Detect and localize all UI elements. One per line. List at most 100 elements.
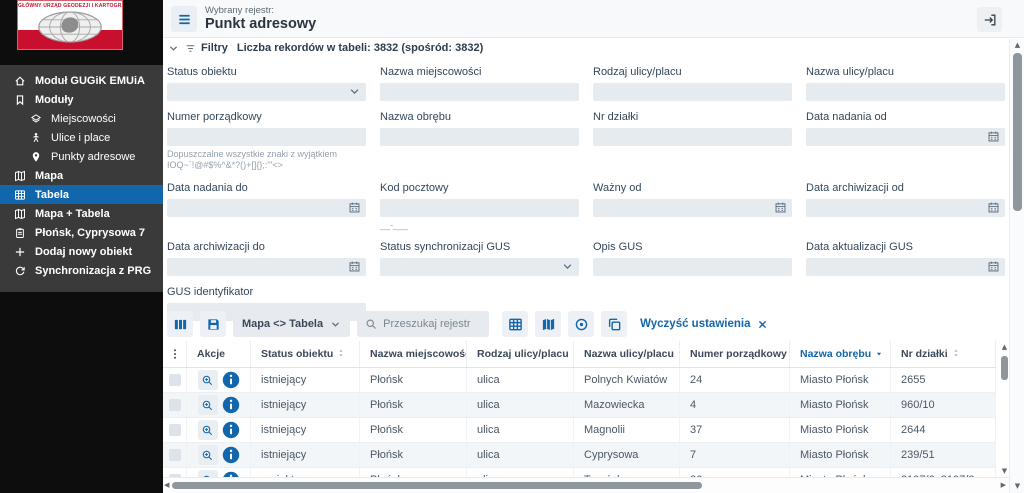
filter-input-numer-porządkowy[interactable] xyxy=(167,128,366,146)
table-cell xyxy=(163,368,187,392)
filter-field: Data archiwizacji do xyxy=(167,241,366,276)
sidebar-item-tabela[interactable]: Tabela xyxy=(0,185,163,204)
zoom-to-feature-button[interactable] xyxy=(197,420,218,440)
table-cell: Miasto Płońsk xyxy=(790,418,891,442)
locate-button[interactable] xyxy=(568,311,595,337)
filter-field-helper: Dopuszczalne wszystkie znaki z wyjątkiem… xyxy=(167,149,338,171)
column-header-label: Numer porządkowy xyxy=(690,348,787,360)
table-horizontal-scrollbar[interactable]: ◀ ▶ xyxy=(163,477,1009,493)
filter-input-ważny-od[interactable] xyxy=(593,198,792,217)
pin-icon xyxy=(29,150,43,164)
bookmark-icon xyxy=(13,93,27,107)
filter-field: Nr działki xyxy=(593,111,792,146)
row-checkbox[interactable] xyxy=(168,424,181,436)
table-row[interactable]: istniejący Płońsk ulica Magnolii 37 Miasto Pł… xyxy=(163,418,996,443)
filter-input-rodzaj-ulicy-placu[interactable] xyxy=(593,83,792,101)
table-cell: 7 xyxy=(680,443,790,467)
map-view-button[interactable] xyxy=(535,311,562,337)
filter-field-label: Nazwa miejscowości xyxy=(380,66,482,78)
filter-icon[interactable] xyxy=(184,42,196,54)
info-button[interactable] xyxy=(222,371,240,389)
column-header[interactable]: Nazwa miejscowości xyxy=(360,341,467,367)
table-row[interactable]: istniejący Płońsk ulica Cyprysowa 7 Miasto Pł… xyxy=(163,443,996,468)
scroll-left-icon[interactable]: ◀ xyxy=(164,482,169,489)
map-icon xyxy=(13,207,27,221)
filter-input-data-nadania-od[interactable] xyxy=(806,128,1005,146)
page-title: Punkt adresowy xyxy=(205,16,317,32)
exit-button[interactable] xyxy=(977,7,1002,32)
hamburger-menu-button[interactable] xyxy=(171,6,197,32)
info-button[interactable] xyxy=(222,396,240,414)
table-cell xyxy=(163,393,187,417)
filter-input-data-archiwizacji-od[interactable] xyxy=(806,198,1005,217)
table-row[interactable]: projektowanyPłońskulicaToruńska26Miasto … xyxy=(163,468,996,477)
page-vertical-scrollbar[interactable]: ▲ ▼ xyxy=(1009,39,1024,493)
sidebar-item-synchronizacja-z-prg[interactable]: Synchronizacja z PRG xyxy=(0,261,163,280)
table-scroll-thumb[interactable] xyxy=(1001,356,1008,380)
row-checkbox[interactable] xyxy=(168,449,181,461)
table-toolbar: Mapa <> Tabela Wyczyść ustawienia xyxy=(167,310,774,338)
zoom-to-feature-button[interactable] xyxy=(197,370,218,390)
zoom-to-feature-button[interactable] xyxy=(197,395,218,415)
filter-input-nazwa-obrębu[interactable] xyxy=(380,128,579,146)
chevron-down-icon xyxy=(332,321,340,327)
filter-input-status-obiektu[interactable] xyxy=(167,83,366,101)
sidebar-item-mapa[interactable]: Mapa xyxy=(0,166,163,185)
horizontal-scroll-thumb[interactable] xyxy=(172,482,702,489)
view-mode-select[interactable]: Mapa <> Tabela xyxy=(233,311,351,337)
column-menu-button[interactable] xyxy=(163,341,187,367)
column-header-label: Nazwa ulicy/placu xyxy=(584,348,674,360)
sidebar-item-miejscowosci[interactable]: Miejscowości xyxy=(0,109,163,128)
column-header[interactable]: Status obiektu xyxy=(251,341,360,367)
collapse-chevron-icon[interactable] xyxy=(167,42,179,54)
sort-icon xyxy=(336,348,346,361)
row-checkbox[interactable] xyxy=(168,399,181,411)
sidebar-item-mapa-tabela[interactable]: Mapa + Tabela xyxy=(0,204,163,223)
sidebar-item-plonsk-cyprysowa-7[interactable]: Płońsk, Cyprysowa 7 xyxy=(0,223,163,242)
filter-input-data-archiwizacji-do[interactable] xyxy=(167,257,366,276)
column-header[interactable]: Nazwa obrębu xyxy=(790,341,891,367)
page-scroll-thumb[interactable] xyxy=(1013,53,1022,211)
table-row[interactable]: istniejący Płońsk ulica Polnych Kwiatów 24 Mi… xyxy=(163,368,996,393)
table-cell xyxy=(187,443,251,467)
filter-input-opis-gus[interactable] xyxy=(593,257,792,276)
filter-field-label: Nr działki xyxy=(593,111,639,123)
table-view-button[interactable] xyxy=(502,311,529,337)
sidebar-item-ulice-i-place[interactable]: Ulice i place xyxy=(0,128,163,147)
filter-input-data-nadania-do[interactable] xyxy=(167,198,366,217)
sidebar-item-moduly[interactable]: Moduły xyxy=(0,90,163,109)
sidebar-item-modul-gugik-emuia[interactable]: Moduł GUGiK EMUiA xyxy=(0,71,163,90)
table-cell: istniejący xyxy=(251,443,360,467)
sidebar-item-dodaj-nowy-obiekt[interactable]: Dodaj nowy obiekt xyxy=(0,242,163,261)
column-header[interactable]: Rodzaj ulicy/placu xyxy=(467,341,574,367)
columns-button[interactable] xyxy=(167,311,193,337)
clear-settings-button[interactable]: Wyczyść ustawienia xyxy=(634,318,774,330)
calendar-icon xyxy=(774,201,787,214)
filter-input-data-aktualizacji-gus[interactable] xyxy=(806,257,1005,276)
filter-input-nazwa-miejscowości[interactable] xyxy=(380,83,579,101)
page-scroll-down-icon[interactable]: ▼ xyxy=(1010,483,1024,490)
filter-input-nazwa-ulicy-placu[interactable] xyxy=(806,83,1005,101)
clipboard-icon xyxy=(13,226,27,240)
clear-settings-label: Wyczyść ustawienia xyxy=(640,318,751,330)
search-input[interactable] xyxy=(383,318,482,330)
copy-button[interactable] xyxy=(601,311,628,337)
scroll-right-icon[interactable]: ▶ xyxy=(1001,482,1006,489)
info-button[interactable] xyxy=(222,446,240,464)
column-header[interactable]: Numer porządkowy xyxy=(680,341,790,367)
info-button[interactable] xyxy=(222,421,240,439)
column-header[interactable]: Nr działki xyxy=(891,341,996,367)
filter-input-status-synchronizacji-gus[interactable] xyxy=(380,257,579,276)
filter-input-kod-pocztowy[interactable] xyxy=(380,198,579,217)
sidebar-item-punkty-adresowe[interactable]: Punkty adresowe xyxy=(0,147,163,166)
zoom-to-feature-button[interactable] xyxy=(197,470,218,477)
table-row[interactable]: istniejący Płońsk ulica Mazowiecka 4 Miasto P… xyxy=(163,393,996,418)
table-cell: 2655 xyxy=(891,368,996,392)
save-button[interactable] xyxy=(200,311,226,337)
chevron-down-icon xyxy=(348,85,361,98)
page-scroll-up-icon[interactable]: ▲ xyxy=(1010,42,1024,49)
filter-input-nr-działki[interactable] xyxy=(593,128,792,146)
column-header[interactable]: Nazwa ulicy/placu xyxy=(574,341,680,367)
row-checkbox[interactable] xyxy=(168,374,181,386)
zoom-to-feature-button[interactable] xyxy=(197,445,218,465)
